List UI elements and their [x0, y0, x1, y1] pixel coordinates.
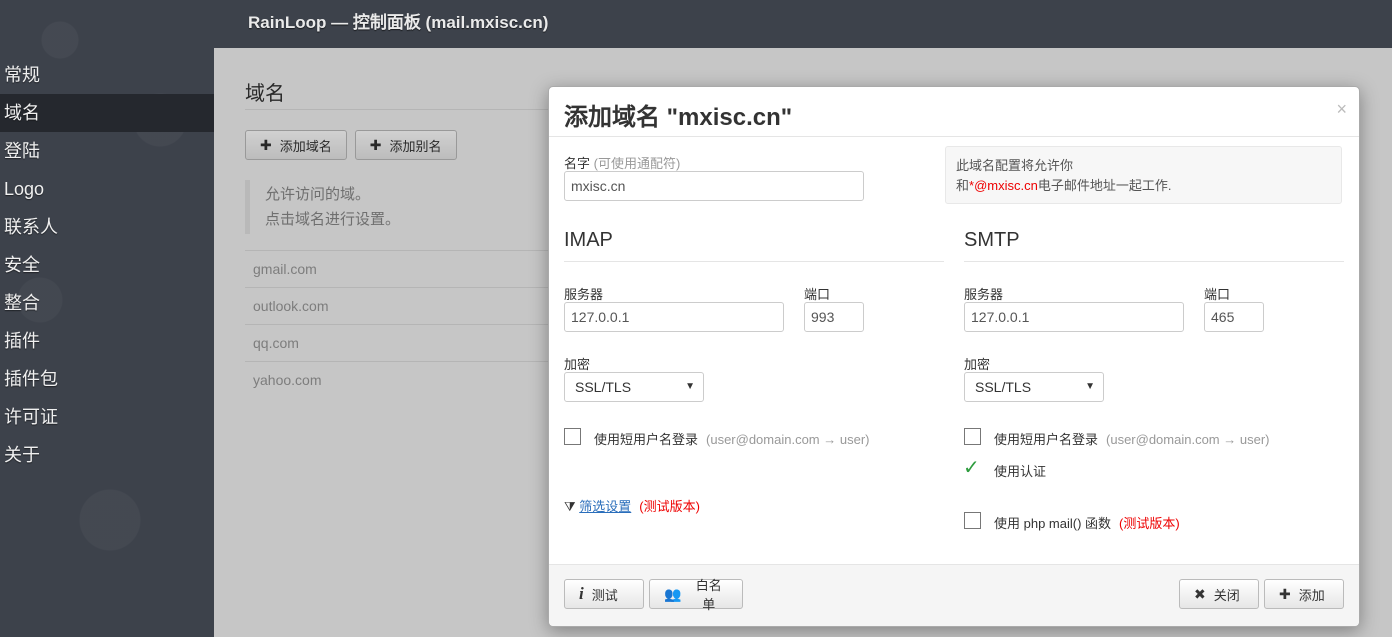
- sidebar-item-integration[interactable]: 整合: [0, 284, 214, 322]
- info-highlight: *@mxisc.cn: [969, 178, 1038, 193]
- domain-name-input[interactable]: [564, 171, 864, 201]
- smtp-encryption-value: SSL/TLS: [975, 379, 1032, 395]
- smtp-encryption-select[interactable]: SSL/TLS ▼: [964, 372, 1104, 402]
- name-label: 名字: [564, 156, 591, 171]
- imap-port-input[interactable]: [804, 302, 864, 332]
- dialog-title: 添加域名 "mxisc.cn": [564, 104, 793, 131]
- smtp-server-label: 服务器: [964, 287, 1004, 302]
- add-domain-dialog: 添加域名 "mxisc.cn" × 名字 (可使用通配符) 此域名配置将允许你 …: [548, 86, 1360, 627]
- app-title: RainLoop — 控制面板 (mail.mxisc.cn): [248, 13, 549, 32]
- dialog-header: 添加域名 "mxisc.cn" ×: [549, 87, 1359, 137]
- close-label: 关闭: [1213, 587, 1240, 603]
- php-mail-checkbox[interactable]: [964, 512, 981, 529]
- smtp-short-login-hint: (user@domain.com → user): [1106, 432, 1270, 447]
- imap-port-label: 端口: [804, 287, 831, 302]
- domain-info-box: 此域名配置将允许你 和*@mxisc.cn电子邮件地址一起工作.: [945, 146, 1342, 204]
- divider: [564, 261, 944, 262]
- smtp-server-input[interactable]: [964, 302, 1184, 332]
- sidebar-item-security[interactable]: 安全: [0, 246, 214, 284]
- whitelist-button[interactable]: 👥 白名单: [649, 578, 743, 612]
- sidebar-item-general[interactable]: 常规: [0, 56, 214, 94]
- php-mail-text: 使用 php mail() 函数 (测试版本): [994, 513, 1180, 532]
- name-hint: (可使用通配符): [593, 156, 681, 171]
- imap-short-login-hint: (user@domain.com → user): [706, 432, 870, 447]
- sidebar-item-login[interactable]: 登陆: [0, 132, 214, 170]
- add-button[interactable]: ✚ 添加: [1264, 579, 1344, 609]
- test-button[interactable]: i 测试: [564, 579, 644, 609]
- smtp-short-login-text: 使用短用户名登录 (user@domain.com → user): [994, 429, 1269, 448]
- imap-short-login-checkbox[interactable]: [564, 428, 581, 445]
- imap-heading: IMAP: [564, 229, 613, 251]
- imap-short-login-text: 使用短用户名登录 (user@domain.com → user): [594, 429, 869, 448]
- smtp-short-login-label: 使用短用户名登录: [994, 432, 1099, 447]
- dialog-footer: i 测试 👥 白名单 ✖ 关闭 ✚ 添加: [549, 564, 1359, 626]
- imap-server-input[interactable]: [564, 302, 784, 332]
- smtp-port-label: 端口: [1204, 287, 1231, 302]
- filter-settings-link[interactable]: 筛选设置: [579, 499, 631, 514]
- caret-down-icon: ▼: [1085, 381, 1095, 392]
- info-icon: i: [579, 584, 584, 603]
- smtp-port-input[interactable]: [1204, 302, 1264, 332]
- php-mail-label: 使用 php mail() 函数: [994, 516, 1112, 531]
- close-icon: ✖: [1194, 585, 1206, 602]
- users-icon: 👥: [664, 585, 682, 602]
- divider: [964, 261, 1344, 262]
- plus-icon: ✚: [1279, 585, 1291, 602]
- sidebar: 常规 域名 登陆 Logo 联系人 安全 整合 插件 插件包 许可证 关于: [0, 56, 214, 474]
- test-label: 测试: [591, 587, 618, 603]
- close-button[interactable]: ✖ 关闭: [1179, 579, 1259, 609]
- sidebar-item-packages[interactable]: 插件包: [0, 360, 214, 398]
- smtp-short-login-checkbox[interactable]: [964, 428, 981, 445]
- caret-down-icon: ▼: [685, 381, 695, 392]
- sieve-settings: ⧩ 筛选设置 (测试版本): [564, 496, 700, 515]
- info-line: 和*@mxisc.cn电子邮件地址一起工作.: [956, 176, 1331, 196]
- imap-encryption-value: SSL/TLS: [575, 379, 632, 395]
- sidebar-item-contacts[interactable]: 联系人: [0, 208, 214, 246]
- close-icon[interactable]: ×: [1336, 99, 1347, 120]
- imap-encryption-label: 加密: [564, 357, 591, 372]
- smtp-heading: SMTP: [964, 229, 1020, 251]
- add-label: 添加: [1298, 587, 1325, 603]
- imap-short-login-label: 使用短用户名登录: [594, 432, 699, 447]
- beta-badge: (测试版本): [1119, 516, 1180, 531]
- filter-icon: ⧩: [564, 499, 576, 514]
- smtp-encryption-label: 加密: [964, 357, 991, 372]
- imap-server-label: 服务器: [564, 287, 604, 302]
- sidebar-item-licensing[interactable]: 许可证: [0, 398, 214, 436]
- info-prefix: 和: [956, 178, 970, 193]
- name-field-label: 名字 (可使用通配符): [564, 153, 680, 172]
- info-line: 此域名配置将允许你: [956, 158, 1074, 173]
- sidebar-item-plugins[interactable]: 插件: [0, 322, 214, 360]
- info-suffix: 电子邮件地址一起工作.: [1037, 178, 1172, 193]
- beta-badge: (测试版本): [639, 499, 700, 514]
- smtp-auth-label: 使用认证: [994, 464, 1047, 479]
- sidebar-item-about[interactable]: 关于: [0, 436, 214, 474]
- whitelist-label: 白名单: [695, 578, 722, 612]
- imap-encryption-select[interactable]: SSL/TLS ▼: [564, 372, 704, 402]
- check-icon[interactable]: ✓: [963, 455, 980, 480]
- sidebar-item-domains[interactable]: 域名: [0, 94, 214, 132]
- sidebar-item-logo[interactable]: Logo: [0, 170, 214, 208]
